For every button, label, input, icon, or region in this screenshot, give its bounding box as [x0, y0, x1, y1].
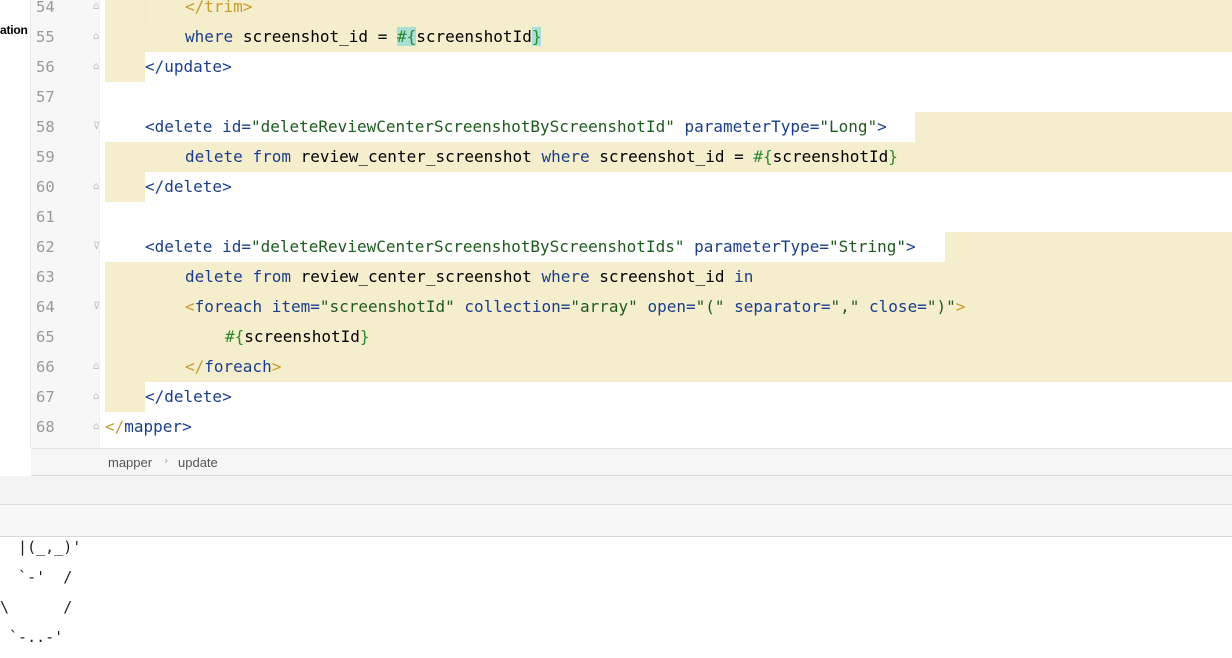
console-line: \ /	[0, 598, 73, 616]
code-token: </delete>	[145, 177, 232, 196]
code-content: delete from review_center_screenshot whe…	[185, 147, 898, 166]
code-content: <delete id="deleteReviewCenterScreenshot…	[145, 117, 887, 136]
code-content: where screenshot_id = #{screenshotId}	[185, 27, 542, 46]
code-line[interactable]: <delete id="deleteReviewCenterScreenshot…	[100, 112, 1232, 142]
console-line: |(_,_)'	[0, 538, 82, 556]
line-number: 55	[36, 28, 55, 46]
code-line[interactable]: #{screenshotId}	[100, 322, 1232, 352]
code-line[interactable]: <delete id="deleteReviewCenterScreenshot…	[100, 232, 1232, 262]
line-number: 63	[36, 268, 55, 286]
code-line[interactable]: </delete>	[100, 382, 1232, 412]
code-token: </trim>	[185, 0, 253, 16]
indent-guide	[145, 0, 146, 30]
breadcrumb-item-mapper[interactable]: mapper	[108, 455, 152, 470]
line-number: 64	[36, 298, 55, 316]
line-number: 62	[36, 238, 55, 256]
line-number: 60	[36, 178, 55, 196]
line-number: 57	[36, 88, 55, 106]
line-number: 56	[36, 58, 55, 76]
line-number: 66	[36, 358, 55, 376]
tool-window-toolbar[interactable]	[0, 505, 1232, 537]
breadcrumb: mapper › update	[31, 448, 1232, 476]
tool-window-header[interactable]	[0, 476, 1232, 505]
code-content: </foreach>	[185, 357, 282, 376]
code-line[interactable]: <foreach item="screenshotId" collection=…	[100, 292, 1232, 322]
code-content: </mapper>	[105, 417, 192, 436]
tool-strip-label: ation	[0, 23, 28, 37]
code-line-current[interactable]: where screenshot_id = #{screenshotId}	[100, 22, 1232, 52]
line-number: 54	[36, 0, 55, 16]
console-line: `-' /	[0, 568, 73, 586]
line-number: 61	[36, 208, 55, 226]
code-line[interactable]: </trim>	[100, 0, 1232, 22]
console-output[interactable]: |(_,_)' `-' / \ / `-..-'	[0, 537, 1232, 658]
code-line[interactable]: </update>	[100, 52, 1232, 82]
code-content: <delete id="deleteReviewCenterScreenshot…	[145, 237, 916, 256]
code-line[interactable]: </delete>	[100, 172, 1232, 202]
code-content: #{screenshotId}	[225, 327, 370, 346]
console-line: `-..-'	[0, 628, 64, 646]
project-tool-strip[interactable]: ation	[0, 0, 31, 448]
code-line[interactable]: delete from review_center_screenshot whe…	[100, 142, 1232, 172]
line-number: 67	[36, 388, 55, 406]
breadcrumb-item-update[interactable]: update	[178, 455, 218, 470]
code-line[interactable]: </foreach>	[100, 352, 1232, 382]
line-number: 65	[36, 328, 55, 346]
code-token: </delete>	[145, 387, 232, 406]
code-editor[interactable]: </trim> where screenshot_id = #{screensh…	[100, 0, 1232, 448]
code-content: delete from review_center_screenshot whe…	[185, 267, 754, 286]
line-number: 59	[36, 148, 55, 166]
line-number: 68	[36, 418, 55, 436]
code-line[interactable]: delete from review_center_screenshot whe…	[100, 262, 1232, 292]
code-content: <foreach item="screenshotId" collection=…	[185, 297, 966, 316]
code-token: </update>	[145, 57, 232, 76]
code-line[interactable]: </mapper>	[100, 412, 1232, 442]
chevron-right-icon: ›	[164, 454, 169, 467]
line-number: 58	[36, 118, 55, 136]
